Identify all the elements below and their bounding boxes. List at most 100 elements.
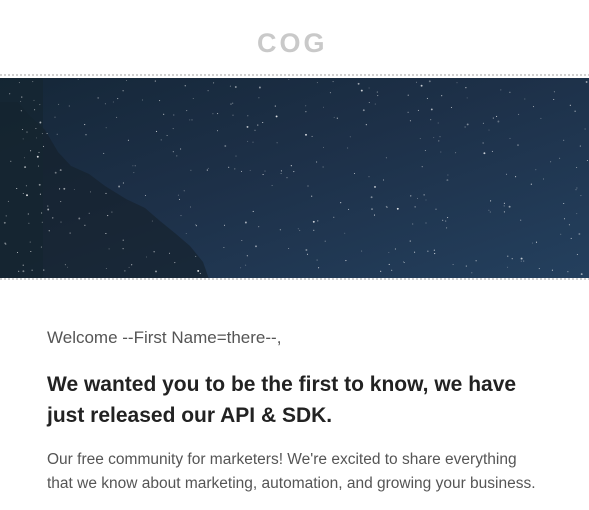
star [353,172,356,175]
star [559,157,561,159]
star [37,165,40,167]
star [26,194,28,197]
star [195,224,197,226]
star [509,91,511,93]
star [32,81,34,83]
star [362,109,365,112]
star [104,103,106,105]
star [507,255,509,257]
star [246,125,249,128]
star [190,169,192,171]
star [21,96,23,98]
star [286,177,288,179]
star [280,170,282,172]
star [324,240,326,242]
star [466,97,468,99]
star [230,103,232,105]
star [207,167,209,169]
star [452,263,454,266]
star [63,187,66,190]
star [41,133,43,135]
star [47,205,49,207]
star [232,102,234,104]
star [27,213,29,215]
star [35,137,38,139]
star [16,251,19,254]
star [191,119,193,121]
star [488,129,490,131]
star [103,152,105,154]
star [131,264,133,266]
bottom-banner-border [0,278,589,282]
star [569,104,571,106]
star [483,152,486,155]
star [112,101,114,103]
star [370,196,373,199]
star [217,113,219,115]
star [18,82,20,84]
star [58,103,60,105]
star [262,121,264,124]
star [345,260,347,262]
email-page: COG Welcome --First Name=there--, We wan… [0,0,589,510]
star [447,174,449,176]
starry-night-banner [0,74,589,282]
email-header: COG [0,0,589,74]
star [340,202,342,204]
star [492,117,494,119]
star [290,165,292,167]
star [540,117,542,119]
star [252,141,254,143]
email-content: Welcome --First Name=there--, We wanted … [47,326,547,496]
star [174,262,176,264]
star [417,109,419,111]
star [257,124,259,126]
star [433,137,435,139]
star [409,120,411,122]
star [391,269,393,271]
star [29,241,31,243]
star [155,130,158,132]
star [579,145,581,147]
star [575,189,577,191]
star [538,268,540,270]
star [530,183,532,185]
star [503,211,505,213]
star [371,208,373,211]
star [497,120,500,123]
star [84,124,86,126]
star [234,168,236,170]
star [279,229,281,231]
star [318,267,320,269]
star [446,227,448,229]
star [39,121,42,124]
star [322,146,325,148]
star [511,258,513,260]
star [374,103,376,105]
star [580,273,583,276]
star [153,251,155,253]
star [173,114,175,116]
star [380,270,382,272]
star [23,157,26,159]
star [421,166,423,168]
star [199,272,201,274]
star [118,185,121,188]
star [567,271,569,273]
star [105,232,107,235]
star [25,185,27,187]
star [420,84,423,87]
star [305,249,308,251]
star [520,260,522,262]
star [232,114,234,116]
star [563,202,565,205]
star [184,85,186,87]
star [509,137,511,139]
star [450,106,453,109]
star [64,264,66,266]
star [348,208,350,210]
star [428,80,431,83]
star [141,99,144,101]
star [145,256,148,258]
star [388,251,390,254]
